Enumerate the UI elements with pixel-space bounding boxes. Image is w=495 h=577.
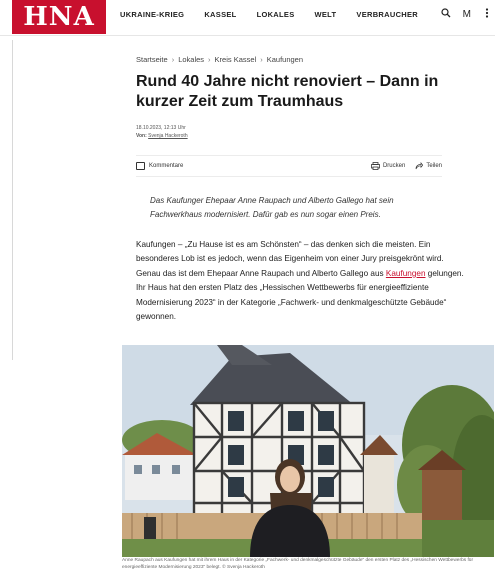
breadcrumb-item-lokales[interactable]: Lokales xyxy=(178,55,204,64)
photo-caption: Anne Raupach aus Kaufungen hat mit ihrem… xyxy=(122,558,474,570)
author-prefix: Von: xyxy=(136,133,149,139)
site-logo[interactable]: HNA xyxy=(12,0,106,34)
share-button[interactable]: Teilen xyxy=(415,162,442,170)
chevron-right-icon: › xyxy=(208,55,211,64)
article-tools: Drucken Teilen xyxy=(371,162,442,170)
menu-icon[interactable] xyxy=(483,8,491,21)
article-body-paragraph: Kaufungen – „Zu Hause ist es am Schönste… xyxy=(136,238,466,324)
article-author-line: Von: Svenja Hackeroth xyxy=(136,132,188,140)
article-teaser: Das Kaufunger Ehepaar Anne Raupach und A… xyxy=(150,196,394,219)
house-photo-illustration xyxy=(122,345,494,557)
article-headline: Rund 40 Jahre nicht renoviert – Dann in … xyxy=(136,73,439,110)
nav-item-lokales[interactable]: LOKALES xyxy=(257,10,295,19)
comments-button[interactable]: Kommentare xyxy=(136,162,183,170)
account-m-button[interactable]: M xyxy=(463,9,471,20)
breadcrumb-item-kreis-kassel[interactable]: Kreis Kassel xyxy=(215,55,257,64)
author-link[interactable]: Svenja Hackeroth xyxy=(148,133,187,139)
breadcrumb-item-startseite[interactable]: Startseite xyxy=(136,55,168,64)
article-photo[interactable] xyxy=(122,345,494,557)
top-bar: HNA UKRAINE-KRIEG KASSEL LOKALES WELT VE… xyxy=(0,0,495,36)
chevron-right-icon: › xyxy=(260,55,263,64)
kaufungen-link[interactable]: Kaufungen xyxy=(386,269,426,278)
share-label: Teilen xyxy=(426,163,442,169)
nav-item-verbraucher[interactable]: VERBRAUCHER xyxy=(356,10,418,19)
breadcrumb: Startseite › Lokales › Kreis Kassel › Ka… xyxy=(136,55,303,64)
article-actions-bar: Kommentare Drucken Teilen xyxy=(136,155,442,177)
nav-item-kassel[interactable]: KASSEL xyxy=(204,10,236,19)
chevron-right-icon: › xyxy=(171,55,175,64)
nav-item-ukraine-krieg[interactable]: UKRAINE-KRIEG xyxy=(120,10,184,19)
article-meta: 18.10.2023, 12:13 Uhr Von: Svenja Hacker… xyxy=(136,124,188,140)
comment-icon xyxy=(136,162,145,170)
printer-icon xyxy=(371,162,380,170)
nav-item-welt[interactable]: WELT xyxy=(315,10,337,19)
header-icons: M xyxy=(441,8,491,21)
print-button[interactable]: Drucken xyxy=(371,162,405,170)
comments-label: Kommentare xyxy=(149,163,184,169)
share-icon xyxy=(415,162,424,170)
breadcrumb-item-kaufungen[interactable]: Kaufungen xyxy=(267,55,303,64)
left-divider xyxy=(12,40,13,360)
main-nav: UKRAINE-KRIEG KASSEL LOKALES WELT VERBRA… xyxy=(120,10,418,19)
article-date: 18.10.2023, 12:13 Uhr xyxy=(136,125,186,131)
search-icon[interactable] xyxy=(441,8,451,21)
print-label: Drucken xyxy=(382,163,406,169)
